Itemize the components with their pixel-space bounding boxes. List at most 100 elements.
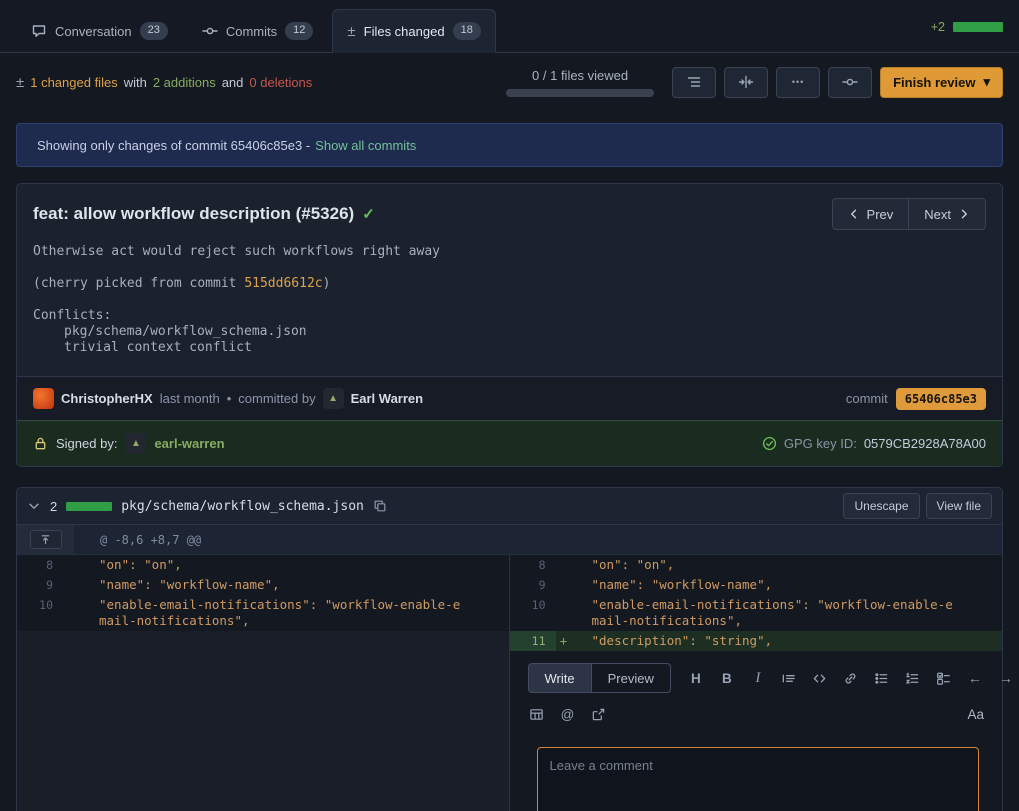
bold-button[interactable]: B [718, 669, 736, 687]
next-commit-button[interactable]: Next [908, 198, 986, 230]
task-list-button[interactable] [935, 669, 953, 687]
tab-preview[interactable]: Preview [592, 663, 671, 693]
commit-body-blank [33, 260, 986, 276]
line-marker [63, 575, 79, 595]
commit-label: commit [846, 391, 888, 406]
tab-files-changed-label: Files changed [364, 24, 445, 39]
diff-right-cell: 9 "name": "workflow-name", [510, 575, 1003, 595]
tab-commits[interactable]: Commits 12 [187, 9, 329, 52]
expand-diff-up-button[interactable] [30, 530, 62, 549]
committer-name[interactable]: Earl Warren [351, 391, 424, 406]
commit-author-bar: ChristopherHX last month • committed by … [17, 376, 1002, 420]
author-name[interactable]: ChristopherHX [61, 391, 153, 406]
line-number-new[interactable]: 11 [510, 631, 556, 651]
conflict-note: trivial context conflict [33, 340, 986, 356]
unordered-list-button[interactable] [873, 669, 891, 687]
tab-files-changed[interactable]: ± Files changed 18 [332, 9, 495, 53]
editor-secondary-row: @ Aa [528, 705, 985, 723]
commit-icon [842, 74, 858, 90]
finish-review-button[interactable]: Finish review ▾ [880, 67, 1003, 98]
line-number-new[interactable]: 10 [510, 595, 556, 631]
show-commits-button[interactable] [828, 67, 872, 98]
line-number-old[interactable]: 9 [17, 575, 63, 595]
diff-right-cell: 10 "enable-email-notifications": "workfl… [510, 595, 1003, 631]
files-viewed-label: 0 / 1 files viewed [506, 68, 654, 83]
caret-down-icon: ▾ [983, 74, 990, 90]
with-text: with [124, 75, 147, 90]
hunk-header-row: @ -8,6 +8,7 @@ [17, 525, 1002, 555]
undo-button[interactable]: ← [966, 669, 984, 687]
table-button[interactable] [528, 705, 546, 723]
signer-avatar[interactable]: ▲ [125, 433, 146, 454]
italic-button[interactable]: I [749, 669, 767, 687]
heading-button[interactable]: H [687, 669, 705, 687]
file-diff-header: 2 pkg/schema/workflow_schema.json Unesca… [17, 488, 1002, 525]
commit-body-line: (cherry picked from commit 515dd6612c) [33, 276, 986, 292]
prev-commit-button[interactable]: Prev [832, 198, 910, 230]
pr-tabbar: Conversation 23 Commits 12 ± Files chang… [0, 0, 1019, 53]
committer-avatar[interactable]: ▲ [323, 388, 344, 409]
redo-button[interactable]: → [997, 669, 1015, 687]
view-file-button[interactable]: View file [926, 493, 992, 519]
show-all-commits-link[interactable]: Show all commits [315, 138, 416, 153]
commit-nav: Prev Next [832, 198, 986, 230]
code-line [79, 631, 509, 651]
copy-path-icon[interactable] [373, 499, 387, 513]
quote-button[interactable] [780, 669, 798, 687]
author-avatar[interactable] [33, 388, 54, 409]
code-line: "name": "workflow-name", [79, 575, 509, 595]
diff-more-options-button[interactable]: ••• [776, 67, 820, 98]
line-number-new[interactable]: 8 [510, 555, 556, 575]
tab-conversation[interactable]: Conversation 23 [16, 9, 183, 52]
diff-bottom: Write Preview H B I ← → [17, 651, 1002, 811]
collapse-file-icon[interactable] [27, 499, 41, 513]
line-marker [63, 555, 79, 575]
commit-sha-badge[interactable]: 65406c85e3 [896, 388, 986, 410]
lock-icon [33, 436, 48, 451]
diff-row-added: 11 + "description": "string", [17, 631, 1002, 651]
editor-toolbar-row: Write Preview H B I ← → [528, 663, 985, 693]
link-button[interactable] [842, 669, 860, 687]
line-marker [63, 631, 79, 651]
and-text: and [222, 75, 244, 90]
reference-button[interactable] [590, 705, 608, 723]
code-button[interactable] [811, 669, 829, 687]
signer-name[interactable]: earl-warren [154, 436, 224, 451]
line-marker [556, 555, 572, 575]
code-line-added: "description": "string", [572, 631, 1003, 651]
text-mode-toggle[interactable]: Aa [967, 707, 984, 722]
unescape-button[interactable]: Unescape [843, 493, 919, 519]
diff-stat-additions: +2 [931, 20, 945, 34]
line-number-old[interactable]: 8 [17, 555, 63, 575]
line-marker [63, 595, 79, 631]
hunk-gutter [17, 525, 74, 554]
quote-icon [781, 671, 796, 686]
expand-up-icon [39, 533, 52, 546]
diff-view-options-button[interactable] [724, 67, 768, 98]
cherry-picked-hash-link[interactable]: 515dd6612c [244, 276, 322, 291]
ordered-list-button[interactable] [904, 669, 922, 687]
line-number-old[interactable]: 10 [17, 595, 63, 631]
gpg-key-id: 0579CB2928A78A00 [864, 436, 986, 451]
cherry-picked-text: (cherry picked from commit [33, 276, 244, 291]
tab-write[interactable]: Write [528, 663, 592, 693]
editor-mode-tabs: Write Preview [528, 663, 671, 693]
diff-summary-icon: ± [16, 75, 24, 90]
diff-left-cell: 8 "on": "on", [17, 555, 510, 575]
comment-textarea[interactable] [537, 747, 980, 811]
diff-row: 8 "on": "on", 8 "on": "on", [17, 555, 1002, 575]
next-label: Next [924, 207, 951, 222]
tab-conversation-label: Conversation [55, 24, 132, 39]
split-view-icon [738, 74, 754, 90]
diff-right-cell-added: 11 + "description": "string", [510, 631, 1003, 651]
prev-label: Prev [867, 207, 894, 222]
mention-button[interactable]: @ [559, 705, 577, 723]
diff-right-cell: 8 "on": "on", [510, 555, 1003, 575]
diff-row: 10 "enable-email-notifications": "workfl… [17, 595, 1002, 631]
conflicts-header: Conflicts: [33, 308, 986, 324]
gpg-key-label: GPG key ID: [784, 436, 857, 451]
triangle-logo-icon: ▲ [328, 393, 338, 404]
file-tree-toggle-button[interactable] [672, 67, 716, 98]
code-line: "name": "workflow-name", [572, 575, 1003, 595]
line-number-new[interactable]: 9 [510, 575, 556, 595]
